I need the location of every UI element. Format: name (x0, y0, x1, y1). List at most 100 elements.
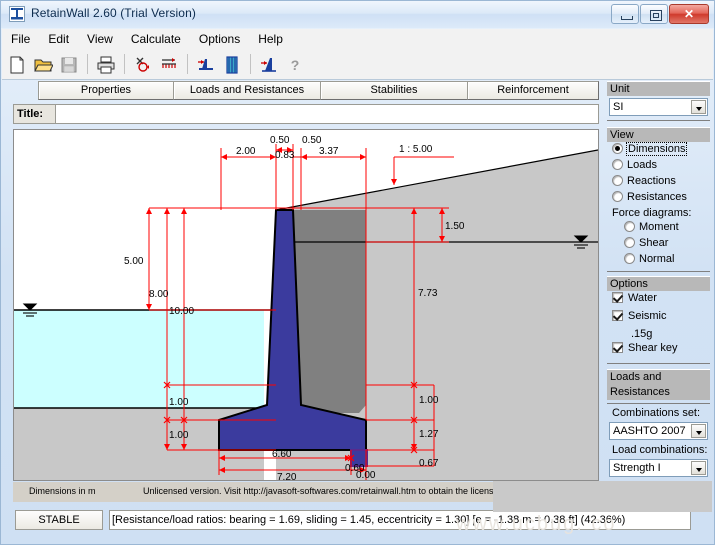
dim-8.00: 8.00 (149, 289, 169, 300)
toolbar: ? (2, 51, 713, 80)
radio-dimensions[interactable]: Dimensions (607, 142, 710, 158)
radio-shear-indicator (624, 237, 635, 248)
seismic-coefficient-value: .15g (607, 327, 710, 341)
title-field-label: Title: (14, 105, 56, 123)
loads-resistances-group: Loads and Resistances Combinations set: … (607, 369, 710, 477)
unit-header: Unit (607, 81, 710, 96)
options-header: Options (607, 276, 710, 291)
checkbox-shear-key[interactable]: Shear key (607, 341, 710, 359)
maximize-icon (650, 10, 662, 21)
dim-slope: 1 : 5.00 (399, 144, 433, 155)
dim-1.00-right: 1.00 (419, 395, 439, 406)
radio-resistances-label: Resistances (627, 191, 687, 203)
radio-moment-indicator (624, 221, 635, 232)
open-file-icon[interactable] (31, 53, 55, 77)
tab-loads-and-resistances[interactable]: Loads and Resistances (173, 81, 321, 100)
radio-moment-label: Moment (639, 221, 679, 233)
view-header: View (607, 127, 710, 142)
menu-item-file[interactable]: File (2, 29, 39, 49)
left-water-body (14, 310, 264, 408)
save-file-icon[interactable] (57, 53, 81, 77)
radio-normal[interactable]: Normal (607, 252, 710, 268)
minimize-button[interactable] (611, 4, 639, 24)
checkbox-shear-key-indicator (612, 342, 623, 353)
toolbar-group-design (191, 51, 247, 79)
close-icon: ✕ (670, 5, 708, 23)
new-file-icon[interactable] (5, 53, 29, 77)
radio-resistances-indicator (612, 191, 623, 202)
load-combinations-select[interactable]: Strength I (609, 459, 708, 477)
dim-1.50: 1.50 (445, 221, 465, 232)
radio-shear[interactable]: Shear (607, 236, 710, 252)
maximize-button[interactable] (640, 4, 668, 24)
toolbar-separator-2 (124, 54, 125, 74)
reinforcement-icon[interactable] (220, 53, 244, 77)
force-diagrams-label: Force diagrams: (607, 206, 710, 220)
bottom-status-bar: STABLE [Resistance/load ratios: bearing … (9, 509, 709, 533)
tab-reinforcement[interactable]: Reinforcement (467, 81, 599, 100)
dim-7.73: 7.73 (418, 288, 438, 299)
tab-properties[interactable]: Properties (38, 81, 174, 100)
menu-item-help[interactable]: Help (249, 29, 292, 49)
help-icon[interactable]: ? (283, 53, 307, 77)
menu-item-view[interactable]: View (78, 29, 122, 49)
dim-0.50-left: 0.50 (270, 135, 290, 146)
canvas-status-strip: Dimensions in m Unlicensed version. Visi… (13, 482, 599, 502)
chevron-down-icon-2[interactable] (691, 424, 706, 438)
dim-2.00: 2.00 (236, 146, 256, 157)
divider-1 (607, 120, 710, 121)
load-distribution-icon[interactable] (157, 53, 181, 77)
menu-bar: File Edit View Calculate Options Help (2, 29, 713, 52)
title-field-container: Title: (13, 104, 599, 124)
dim-0.50-right: 0.50 (302, 135, 322, 146)
checkbox-water[interactable]: Water (607, 291, 710, 309)
options-group: Options Water Seismic .15g Shear key (607, 276, 710, 364)
toolbar-group-wall: ? (254, 51, 310, 79)
dim-3.37: 3.37 (319, 146, 339, 157)
toolbar-separator-3 (187, 54, 188, 74)
menu-item-calculate[interactable]: Calculate (122, 29, 190, 49)
wall-section-drawing: 2.00 0.50 0.83 0.50 3.37 1 : 5.00 5.00 8… (14, 130, 598, 480)
chevron-down-icon-3[interactable] (691, 461, 706, 475)
minimize-icon (621, 16, 633, 20)
unit-select[interactable]: SI (609, 98, 708, 116)
radio-normal-label: Normal (639, 253, 674, 265)
dim-1.00-toe-lo: 1.00 (169, 430, 189, 441)
moment-icon[interactable] (131, 53, 155, 77)
dim-10.00: 10.00 (169, 306, 194, 317)
radio-resistances[interactable]: Resistances (607, 190, 710, 206)
retainwall-window: RetainWall 2.60 (Trial Version) ✕ File E… (0, 0, 715, 545)
checkbox-water-label: Water (628, 292, 657, 304)
radio-dimensions-indicator (612, 143, 623, 154)
title-input[interactable] (57, 105, 598, 123)
dim-0.67: 0.67 (419, 458, 439, 469)
status-badge: STABLE (15, 510, 103, 530)
wall-drawing-canvas[interactable]: 2.00 0.50 0.83 0.50 3.37 1 : 5.00 5.00 8… (13, 129, 599, 481)
title-bar: RetainWall 2.60 (Trial Version) ✕ (1, 1, 714, 28)
radio-shear-label: Shear (639, 237, 668, 249)
unit-group: Unit SI (607, 81, 710, 121)
toolbar-group-file (2, 51, 84, 79)
menu-item-edit[interactable]: Edit (39, 29, 78, 49)
chevron-down-icon[interactable] (691, 100, 706, 114)
stability-icon[interactable] (194, 53, 218, 77)
checkbox-seismic[interactable]: Seismic (607, 309, 710, 327)
toolbar-group-print (91, 51, 121, 79)
combinations-set-select[interactable]: AASHTO 2007 (609, 422, 708, 440)
menu-item-options[interactable]: Options (190, 29, 249, 49)
view-group: View Dimensions Loads Reactions Resistan… (607, 127, 710, 272)
radio-reactions[interactable]: Reactions (607, 174, 710, 190)
wall-section-icon[interactable] (257, 53, 281, 77)
radio-loads[interactable]: Loads (607, 158, 710, 174)
radio-normal-indicator (624, 253, 635, 264)
close-button[interactable]: ✕ (669, 4, 709, 24)
print-icon[interactable] (94, 53, 118, 77)
tab-stabilities[interactable]: Stabilities (320, 81, 468, 100)
divider-3 (607, 363, 710, 364)
dim-0.83: 0.83 (275, 150, 295, 161)
dim-7.20: 7.20 (277, 472, 297, 480)
loads-resistances-header-line2: Resistances (607, 385, 710, 400)
radio-moment[interactable]: Moment (607, 220, 710, 236)
loads-resistances-header-line1: Loads and (607, 369, 710, 385)
ratios-readout: [Resistance/load ratios: bearing = 1.69,… (109, 510, 691, 530)
